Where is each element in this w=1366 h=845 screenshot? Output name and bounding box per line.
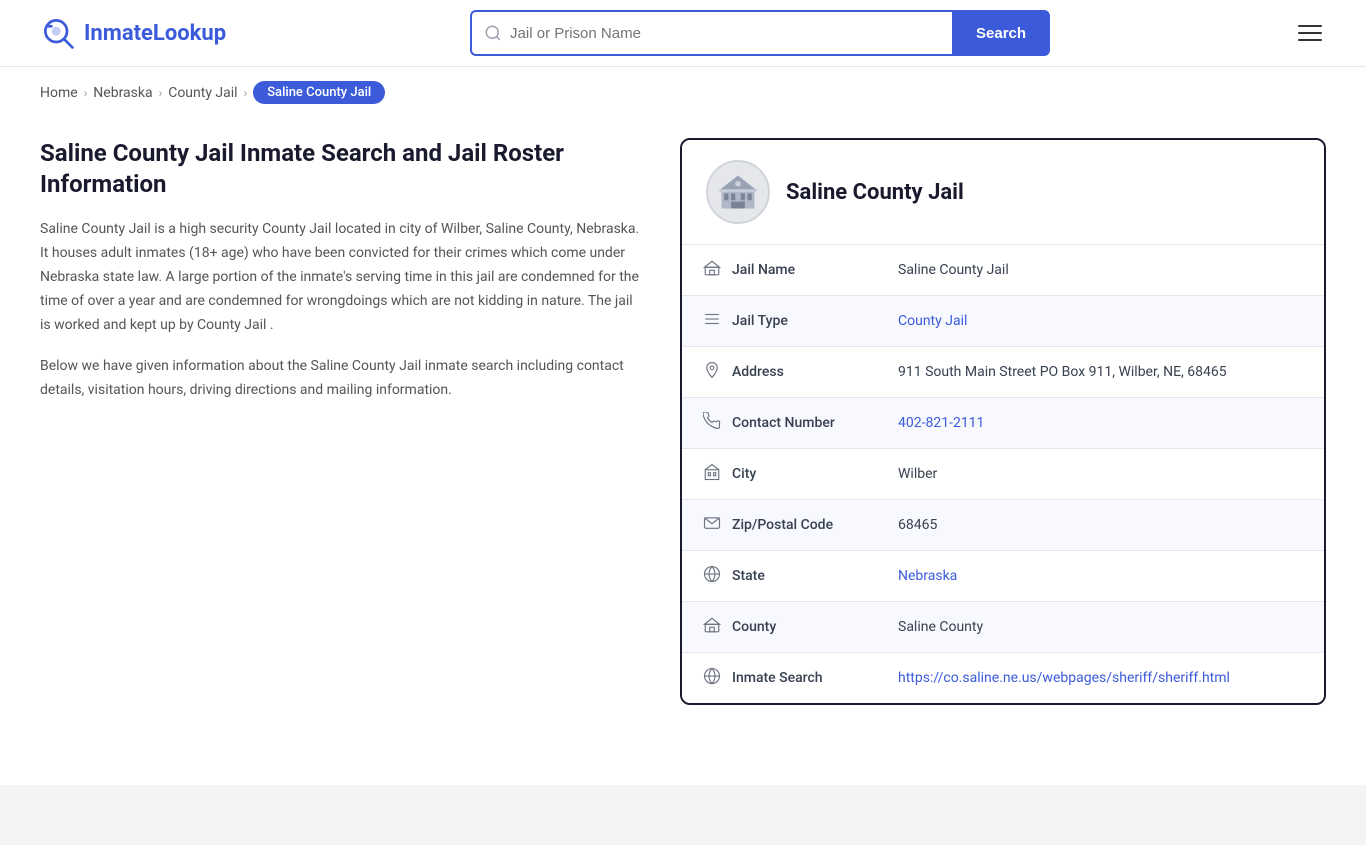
info-label-cell: Inmate Search (682, 653, 882, 703)
hamburger-line1 (1298, 25, 1322, 27)
breadcrumb-sep3: › (244, 86, 248, 100)
row-icon (702, 259, 722, 281)
breadcrumb-county-jail[interactable]: County Jail (168, 85, 237, 101)
info-label: Zip/Postal Code (732, 517, 833, 533)
table-row: State Nebraska (682, 551, 1324, 602)
info-value-cell: 402-821-2111 (882, 401, 1324, 445)
info-value-cell: Saline County (882, 605, 1324, 649)
page-heading: Saline County Jail Inmate Search and Jai… (40, 138, 640, 200)
search-input[interactable] (510, 25, 940, 42)
card-title: Saline County Jail (786, 180, 964, 205)
breadcrumb-sep2: › (159, 86, 163, 100)
info-value-text: Wilber (898, 466, 937, 482)
table-row: Zip/Postal Code 68465 (682, 500, 1324, 551)
info-label: State (732, 568, 765, 584)
info-card: Saline County Jail Jail Name Saline Coun… (680, 138, 1326, 705)
table-row: Contact Number 402-821-2111 (682, 398, 1324, 449)
search-input-wrap (470, 10, 952, 56)
search-button[interactable]: Search (952, 10, 1050, 56)
info-value-cell: 68465 (882, 503, 1324, 547)
info-value-link[interactable]: 402-821-2111 (898, 415, 984, 431)
info-label-cell: County (682, 602, 882, 652)
search-icon (484, 24, 502, 42)
footer-bar (0, 785, 1366, 845)
table-row: Address 911 South Main Street PO Box 911… (682, 347, 1324, 398)
hamburger-line3 (1298, 39, 1322, 41)
info-value-cell: https://co.saline.ne.us/webpages/sheriff… (882, 656, 1324, 700)
row-icon (702, 463, 722, 485)
table-row: Inmate Search https://co.saline.ne.us/we… (682, 653, 1324, 703)
breadcrumb-nebraska[interactable]: Nebraska (93, 85, 152, 101)
breadcrumb-home[interactable]: Home (40, 85, 78, 101)
logo-link[interactable]: InmateLookup (40, 15, 226, 51)
table-row: City Wilber (682, 449, 1324, 500)
info-value-text: Saline County (898, 619, 983, 635)
row-icon (702, 361, 722, 383)
info-value-cell: County Jail (882, 299, 1324, 343)
info-label-cell: Jail Name (682, 245, 882, 295)
info-value-text: 911 South Main Street PO Box 911, Wilber… (898, 364, 1227, 380)
row-icon (702, 616, 722, 638)
info-value-link[interactable]: https://co.saline.ne.us/webpages/sheriff… (898, 670, 1230, 686)
hamburger-menu[interactable] (1294, 21, 1326, 45)
info-value-link[interactable]: Nebraska (898, 568, 957, 584)
table-row: County Saline County (682, 602, 1324, 653)
right-column: Saline County Jail Jail Name Saline Coun… (680, 138, 1326, 705)
info-value-cell: Nebraska (882, 554, 1324, 598)
breadcrumb: Home › Nebraska › County Jail › Saline C… (0, 67, 1366, 118)
breadcrumb-sep1: › (84, 86, 88, 100)
site-header: InmateLookup Search (0, 0, 1366, 67)
info-label: Jail Name (732, 262, 795, 278)
info-value-cell: 911 South Main Street PO Box 911, Wilber… (882, 350, 1324, 394)
info-label: City (732, 466, 756, 482)
table-row: Jail Name Saline County Jail (682, 245, 1324, 296)
card-header: Saline County Jail (682, 140, 1324, 245)
row-icon (702, 565, 722, 587)
info-label-cell: Address (682, 347, 882, 397)
info-label: Inmate Search (732, 670, 823, 686)
page-description-2: Below we have given information about th… (40, 355, 640, 403)
info-label-cell: State (682, 551, 882, 601)
row-icon (702, 412, 722, 434)
info-value-text: Saline County Jail (898, 262, 1009, 278)
info-label: Contact Number (732, 415, 835, 431)
table-row: Jail Type County Jail (682, 296, 1324, 347)
main-content: Saline County Jail Inmate Search and Jai… (0, 118, 1366, 745)
info-label: Jail Type (732, 313, 788, 329)
logo-text: InmateLookup (84, 21, 226, 46)
info-label-cell: Jail Type (682, 296, 882, 346)
info-value-cell: Saline County Jail (882, 248, 1324, 292)
info-label: Address (732, 364, 784, 380)
info-value-text: 68465 (898, 517, 937, 533)
info-table: Jail Name Saline County Jail Jail Type C… (682, 245, 1324, 703)
row-icon (702, 667, 722, 689)
info-value-cell: Wilber (882, 452, 1324, 496)
info-value-link[interactable]: County Jail (898, 313, 967, 329)
courthouse-icon (716, 170, 760, 214)
info-label-cell: City (682, 449, 882, 499)
info-label-cell: Zip/Postal Code (682, 500, 882, 550)
page-description-1: Saline County Jail is a high security Co… (40, 218, 640, 337)
row-icon (702, 514, 722, 536)
breadcrumb-active: Saline County Jail (253, 81, 385, 104)
info-label: County (732, 619, 776, 635)
search-bar: Search (470, 10, 1050, 56)
hamburger-line2 (1298, 32, 1322, 34)
facility-image (706, 160, 770, 224)
row-icon (702, 310, 722, 332)
info-label-cell: Contact Number (682, 398, 882, 448)
logo-icon (40, 15, 76, 51)
left-column: Saline County Jail Inmate Search and Jai… (40, 138, 680, 705)
